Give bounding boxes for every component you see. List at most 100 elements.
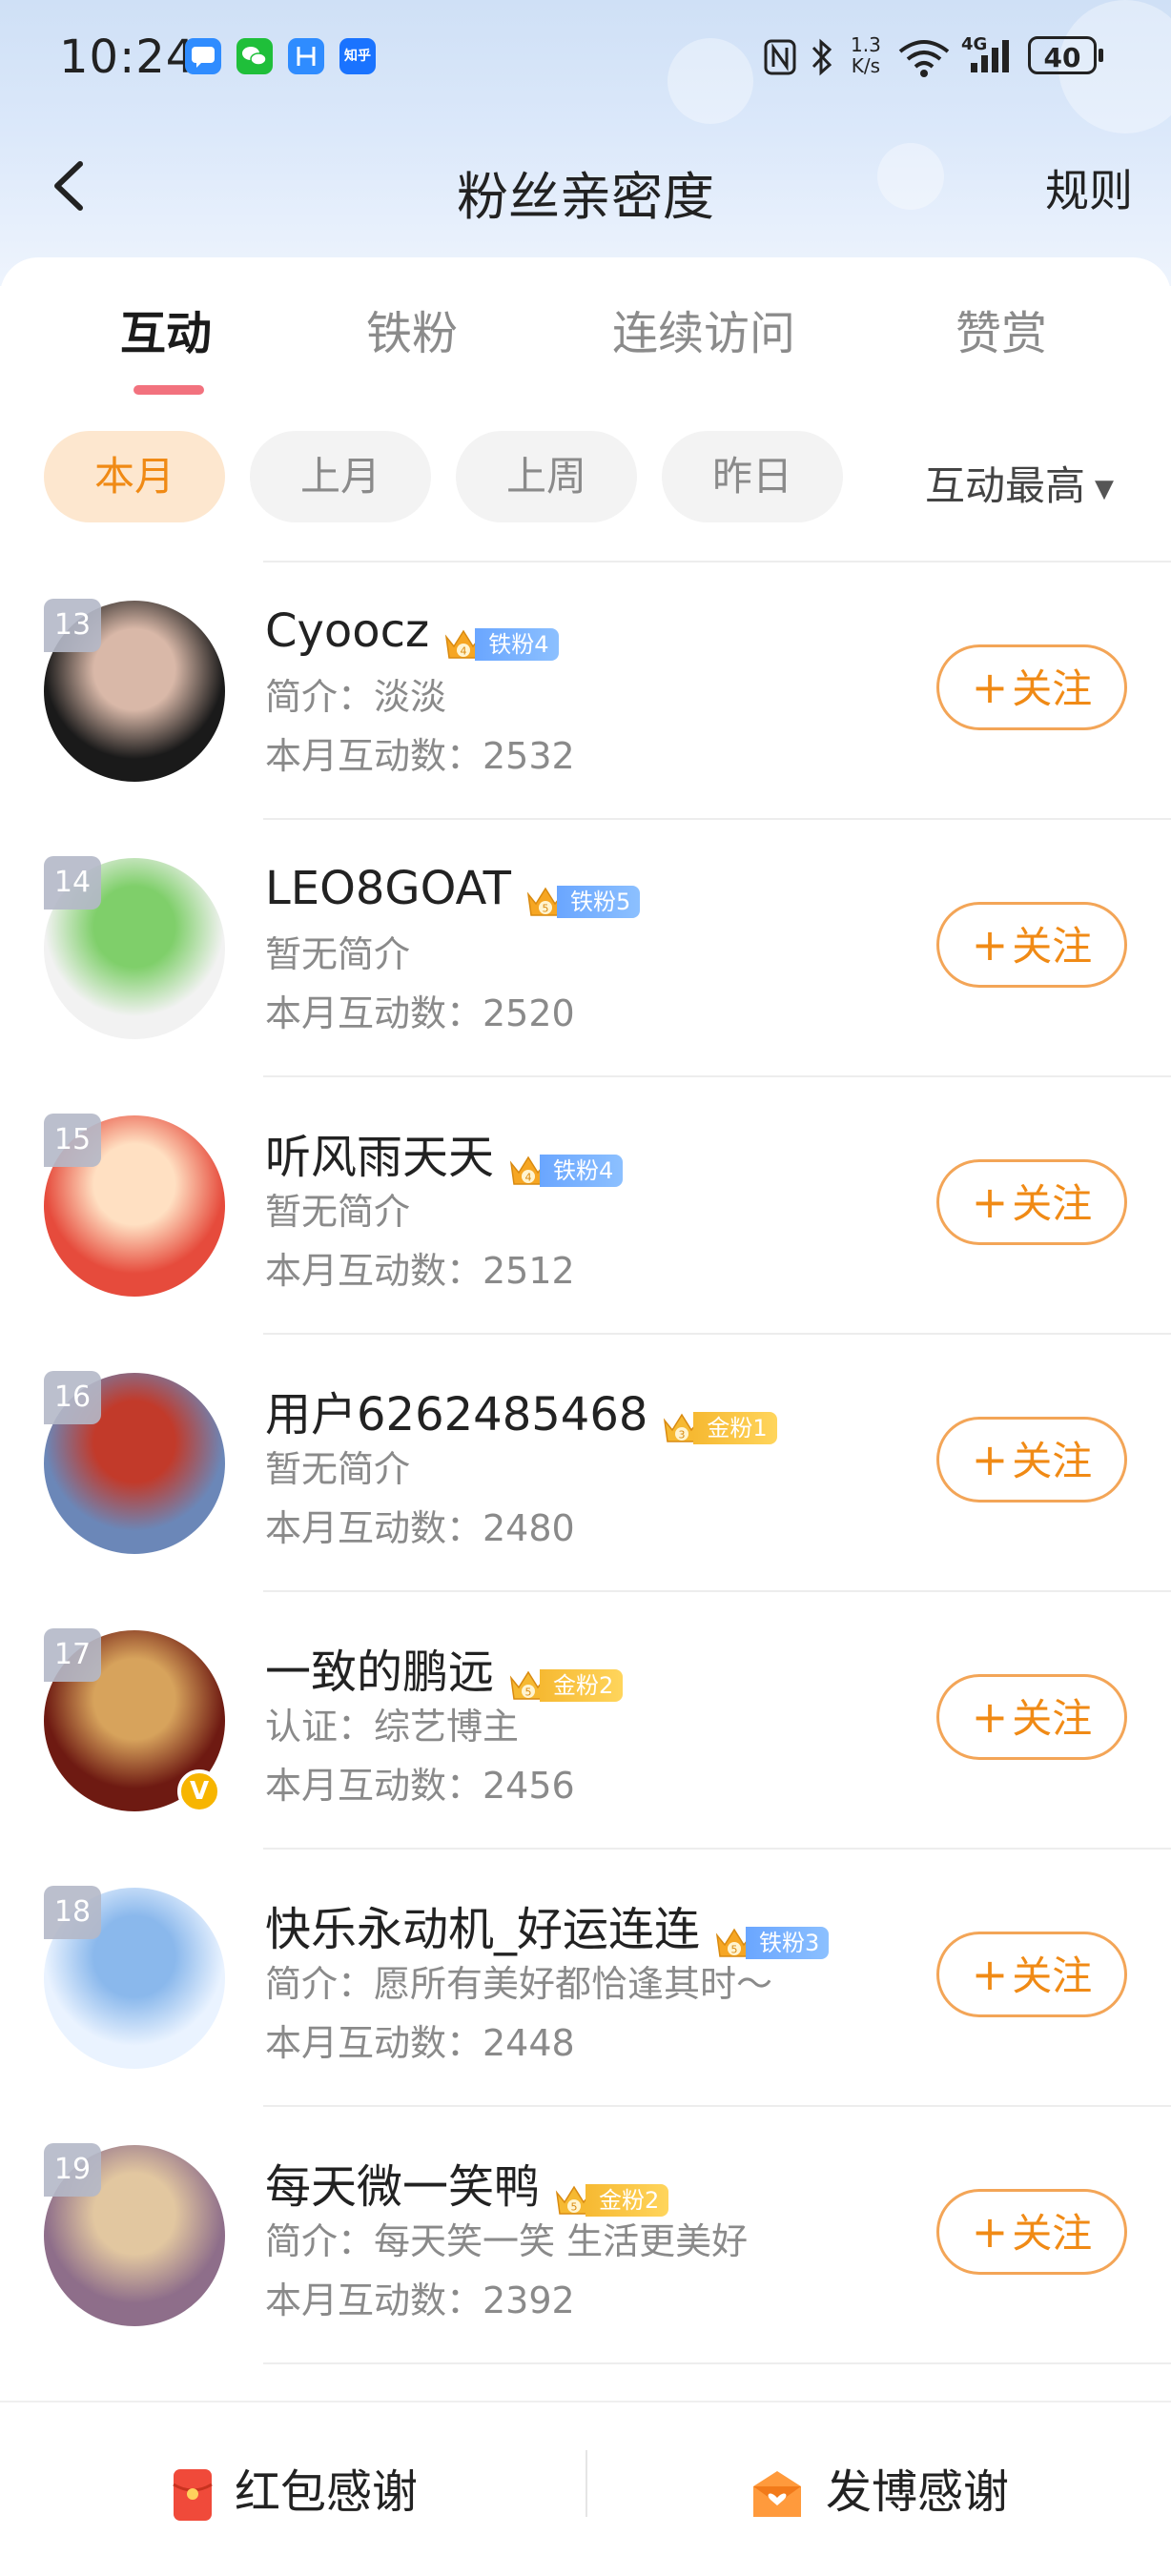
fan-bio: 暂无简介: [265, 1448, 411, 1490]
follow-label: 关注: [1012, 1180, 1093, 1227]
fan-bio: 暂无简介: [265, 933, 411, 975]
follow-label: 关注: [1012, 2210, 1093, 2257]
fan-level-text: 金粉1: [693, 1412, 777, 1444]
svg-text:5: 5: [542, 903, 548, 915]
filter-this-month[interactable]: 本月: [44, 431, 225, 522]
svg-text:4: 4: [525, 1172, 532, 1184]
fan-name[interactable]: 一致的鹏远: [265, 1646, 494, 1699]
follow-button[interactable]: +关注: [936, 1674, 1127, 1760]
time-filter-bar: 本月 上月 上周 昨日 互动最高 ▼: [0, 431, 1171, 524]
plus-icon: +: [971, 1434, 1009, 1485]
fan-level-text: 铁粉4: [540, 1155, 624, 1187]
svg-text:5: 5: [525, 1687, 532, 1699]
fan-bio: 简介：每天笑一笑 生活更美好: [265, 2220, 749, 2262]
tab-continuous-visits[interactable]: 连续访问: [612, 296, 795, 362]
follow-button[interactable]: +关注: [936, 644, 1127, 730]
interaction-count: 本月互动数：2532: [265, 735, 575, 777]
fan-level-text: 金粉2: [540, 1669, 624, 1702]
filter-yesterday[interactable]: 昨日: [662, 431, 843, 522]
bluetooth-icon: [809, 36, 835, 82]
rank-badge: 16: [44, 1371, 101, 1424]
plus-icon: +: [971, 1176, 1009, 1228]
fan-name-line: 用户6262485468 3 金粉1: [265, 1377, 777, 1444]
follow-button[interactable]: +关注: [936, 1417, 1127, 1503]
fan-row[interactable]: 19 每天微一笑鸭 5 金粉2 简介：每天笑一笑 生活更美好 本月互动数：239…: [0, 2105, 1171, 2362]
interaction-count: 本月互动数：2520: [265, 992, 575, 1034]
net-speed-value: 1.3: [851, 33, 881, 56]
fan-name[interactable]: LEO8GOAT: [265, 862, 511, 915]
fan-bio: 简介：愿所有美好都恰逢其时～: [265, 1963, 773, 2005]
active-tab-indicator: [134, 385, 204, 395]
rank-badge: 14: [44, 856, 101, 910]
fan-bio: 简介：淡淡: [265, 676, 447, 718]
follow-label: 关注: [1012, 1695, 1093, 1742]
filter-last-month[interactable]: 上月: [250, 431, 431, 522]
rules-button[interactable]: 规则: [1045, 156, 1133, 219]
tab-rewards[interactable]: 赞赏: [955, 296, 1047, 362]
interaction-count: 本月互动数：2512: [265, 1250, 575, 1292]
interaction-count: 本月互动数：2456: [265, 1765, 575, 1807]
rank-badge: 18: [44, 1886, 101, 1939]
post-thanks-button[interactable]: 发博感谢: [750, 2454, 1009, 2521]
fan-name[interactable]: 用户6262485468: [265, 1388, 647, 1441]
interaction-count: 本月互动数：2448: [265, 2022, 575, 2064]
row-divider: [263, 1333, 1171, 1335]
fan-row[interactable]: 17 V 一致的鹏远 5 金粉2 认证：综艺博主 本月互动数：2456 +关注: [0, 1590, 1171, 1848]
filter-last-week[interactable]: 上周: [456, 431, 637, 522]
wifi-icon: [896, 36, 952, 82]
plus-icon: +: [971, 919, 1009, 971]
rank-badge: 17: [44, 1628, 101, 1682]
row-divider: [263, 2362, 1171, 2364]
nav-bar: 粉丝亲密度 规则: [0, 133, 1171, 238]
follow-label: 关注: [1012, 923, 1093, 970]
fan-name[interactable]: 快乐永动机_好运连连: [265, 1903, 700, 1956]
row-divider: [263, 818, 1171, 820]
red-packet-thanks-button[interactable]: 红包感谢: [172, 2454, 418, 2523]
fan-row[interactable]: 13 Cyoocz 4 铁粉4 简介：淡淡 本月互动数：2532 +关注: [0, 561, 1171, 818]
fan-bio: 暂无简介: [265, 1191, 411, 1233]
tab-iron-fans[interactable]: 铁粉: [366, 296, 458, 362]
fan-row[interactable]: 16 用户6262485468 3 金粉1 暂无简介 本月互动数：2480 +关…: [0, 1333, 1171, 1590]
fan-level-badge: 5 金粉2: [507, 1656, 624, 1702]
plus-icon: +: [971, 662, 1009, 713]
row-divider: [263, 2105, 1171, 2107]
fan-row[interactable]: 15 听风雨天天 4 铁粉4 暂无简介 本月互动数：2512 +关注: [0, 1075, 1171, 1333]
fan-bio: 认证：综艺博主: [265, 1706, 520, 1748]
fan-row[interactable]: 14 LEO8GOAT 5 铁粉5 暂无简介 本月互动数：2520 +关注: [0, 818, 1171, 1075]
tab-interaction[interactable]: 互动: [120, 296, 212, 362]
bottom-bar-divider: [586, 2450, 587, 2517]
sort-dropdown[interactable]: 互动最高 ▼: [925, 454, 1114, 512]
follow-button[interactable]: +关注: [936, 1932, 1127, 2017]
follow-button[interactable]: +关注: [936, 902, 1127, 988]
follow-button[interactable]: +关注: [936, 2189, 1127, 2275]
row-divider: [263, 1590, 1171, 1592]
fan-name[interactable]: 听风雨天天: [265, 1131, 494, 1184]
follow-button[interactable]: +关注: [936, 1159, 1127, 1245]
wechat-icon: [236, 38, 273, 74]
interaction-count: 本月互动数：2392: [265, 2280, 575, 2321]
fan-name-line: 每天微一笑鸭 5 金粉2: [265, 2149, 669, 2217]
plus-icon: +: [971, 1691, 1009, 1743]
fan-name[interactable]: Cyoocz: [265, 604, 429, 658]
battery-indicator: 40: [1028, 36, 1103, 74]
message-icon: [185, 38, 221, 74]
fan-level-text: 铁粉4: [475, 628, 559, 661]
fan-name-line: 快乐永动机_好运连连 5 铁粉3: [265, 1891, 830, 1959]
sort-label: 互动最高: [925, 462, 1086, 509]
fan-name-line: 听风雨天天 4 铁粉4: [265, 1119, 624, 1187]
fan-name[interactable]: 每天微一笑鸭: [265, 2160, 540, 2214]
network-speed: 1.3 K/s: [851, 34, 881, 76]
post-thanks-label: 发博感谢: [826, 2465, 1010, 2519]
row-divider: [263, 1848, 1171, 1850]
status-time: 10:24: [59, 31, 196, 84]
rank-badge: 13: [44, 599, 101, 652]
page-title: 粉丝亲密度: [457, 167, 714, 227]
nfc-icon: [763, 38, 797, 80]
status-bar: 10:24 知乎 1.3 K/s 4G 40: [0, 0, 1171, 114]
follow-label: 关注: [1012, 1952, 1093, 1999]
interaction-count: 本月互动数：2480: [265, 1507, 575, 1549]
fan-level-badge: 4 铁粉4: [507, 1141, 624, 1187]
fan-row[interactable]: 18 快乐永动机_好运连连 5 铁粉3 简介：愿所有美好都恰逢其时～ 本月互动数…: [0, 1848, 1171, 2105]
net-speed-unit: K/s: [851, 54, 881, 77]
verified-icon: V: [177, 1769, 221, 1813]
